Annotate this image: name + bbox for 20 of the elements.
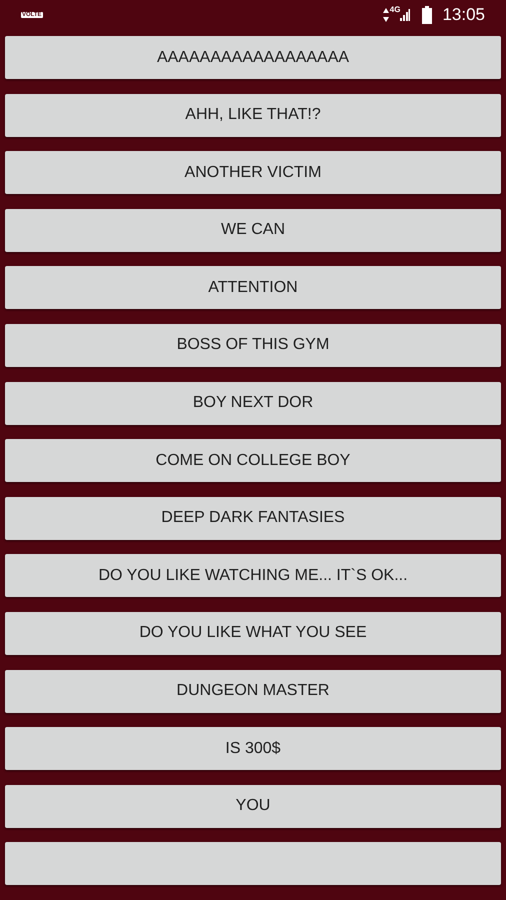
blank-button[interactable] [5, 842, 501, 886]
sound-button[interactable]: ANOTHER VICTIM [5, 151, 501, 194]
sound-button[interactable]: ATTENTION [5, 266, 501, 310]
sound-button[interactable]: BOY NEXT DOR [5, 382, 501, 425]
battery-icon [422, 6, 432, 24]
data-arrows-icon [382, 8, 389, 22]
sound-button[interactable]: WE CAN [5, 208, 501, 252]
sound-button[interactable]: BOSS OF THIS GYM [5, 324, 501, 367]
sound-button[interactable]: DUNGEON MASTER [5, 670, 501, 713]
sound-button[interactable]: DO YOU LIKE WATCHING ME... IT`S OK... [5, 554, 501, 598]
sound-button[interactable]: AAAAAAAAAAAAAAAAAA [5, 36, 501, 79]
sound-button[interactable]: DEEP DARK FANTASIES [5, 496, 501, 540]
clock: 13:05 [442, 4, 485, 26]
sound-button[interactable]: COME ON COLLEGE BOY [5, 439, 501, 482]
signal-icon [400, 9, 410, 21]
sound-button[interactable]: DO YOU LIKE WHAT YOU SEE [5, 612, 501, 655]
sound-button[interactable]: YOU [5, 784, 501, 828]
sound-button[interactable]: AHH, LIKE THAT!? [5, 94, 501, 137]
sound-button[interactable]: IS 300$ [5, 727, 501, 770]
network-type: 4G [390, 6, 400, 14]
